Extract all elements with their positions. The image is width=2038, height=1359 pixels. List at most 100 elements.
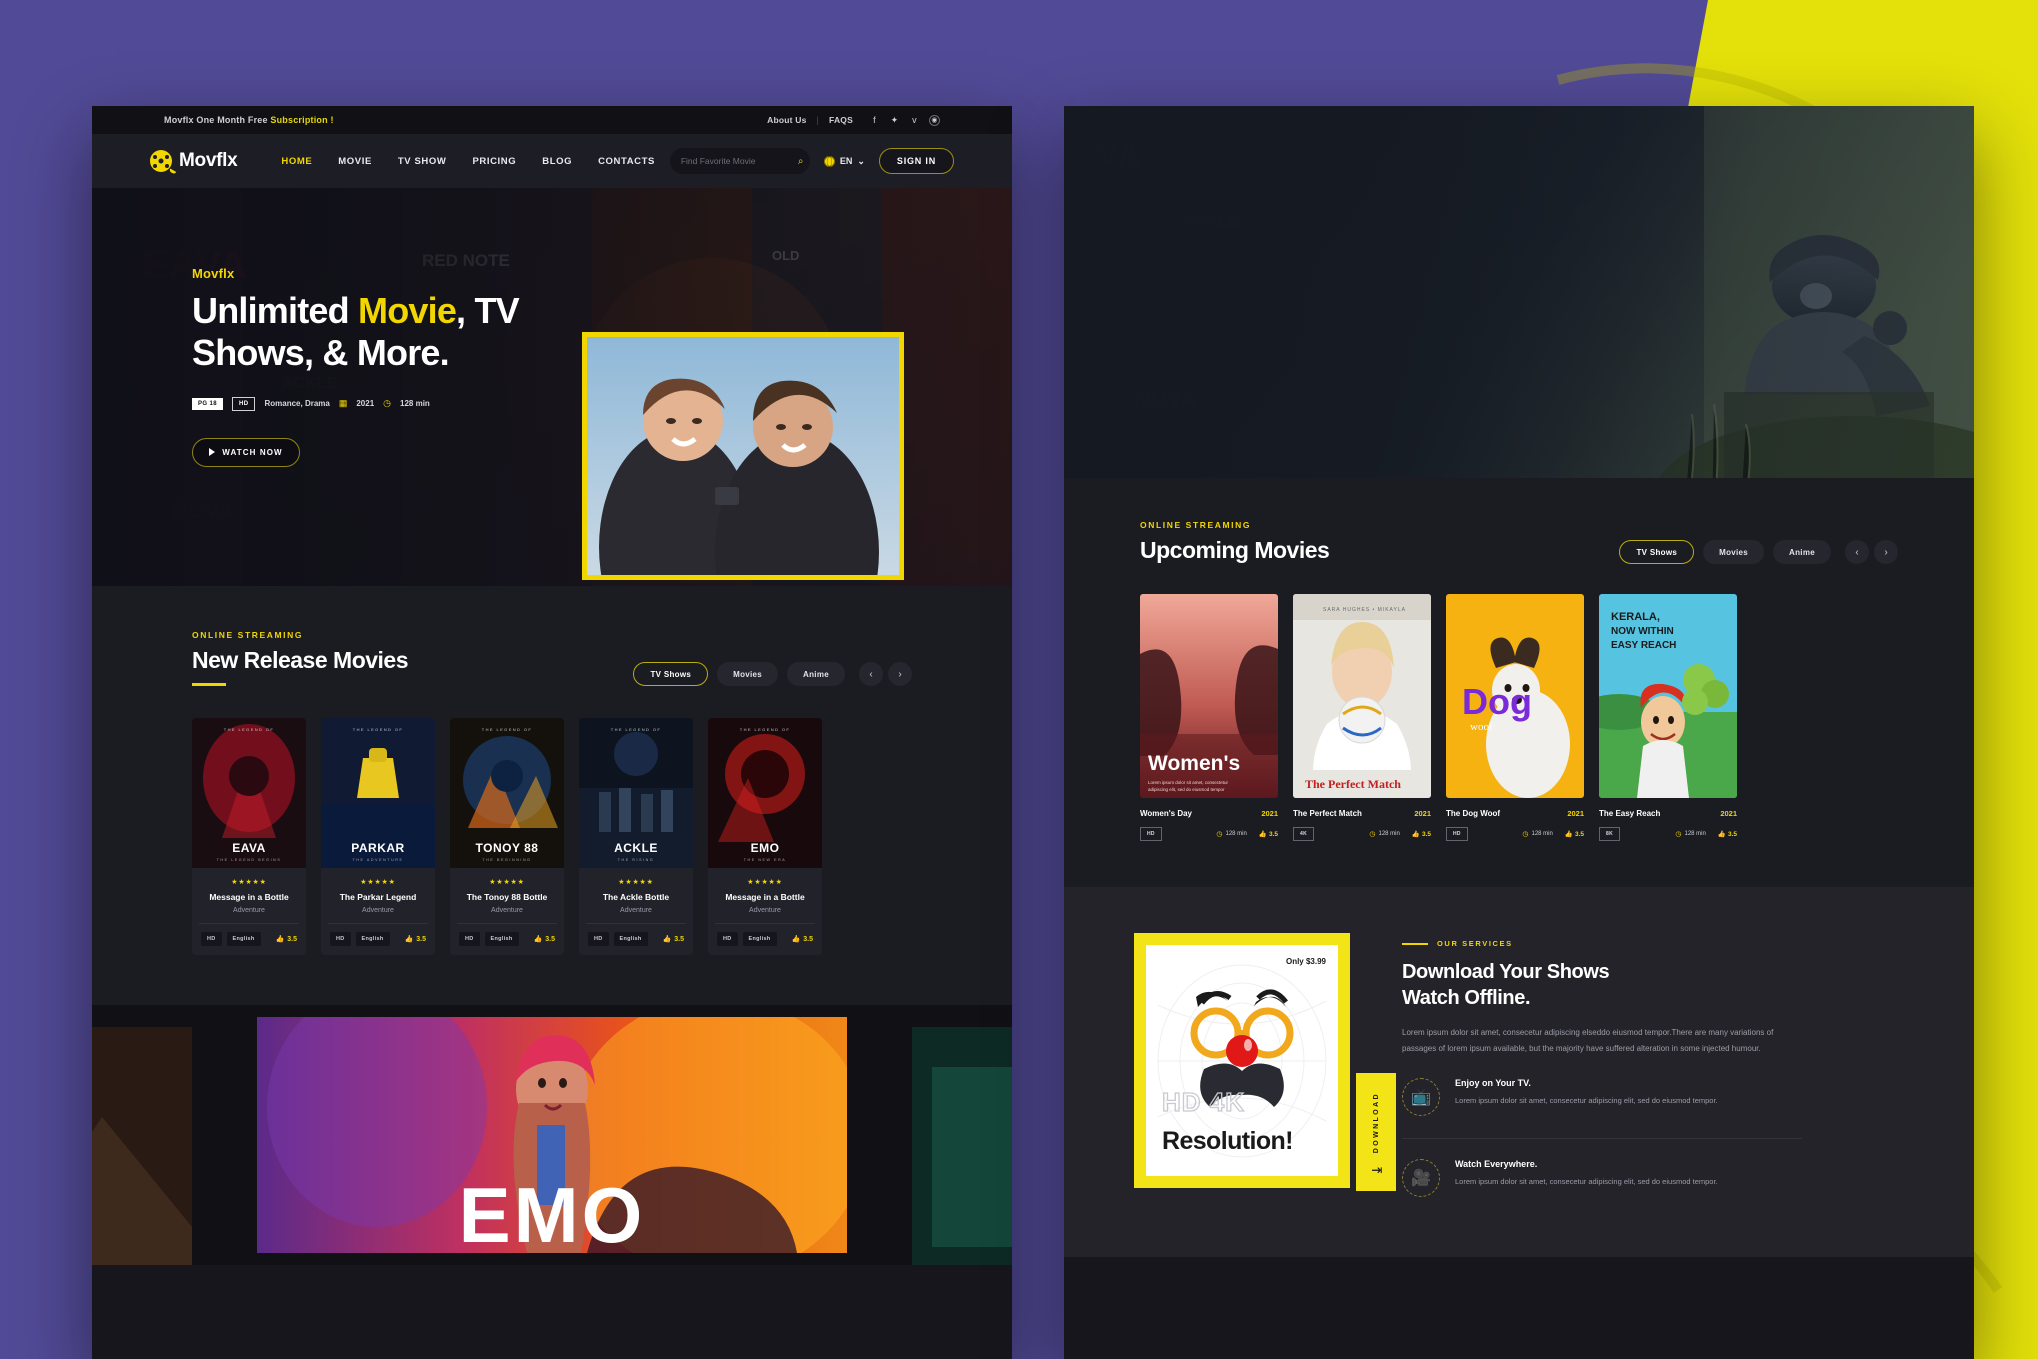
movie-poster: THE LEGEND OF ACKLE THE RISING — [579, 718, 693, 868]
section-header: ONLINE STREAMING Upcoming Movies TV Show… — [1140, 520, 1898, 564]
facebook-icon[interactable]: f — [869, 115, 880, 126]
link-faqs[interactable]: FAQS — [829, 115, 853, 125]
carousel-next-icon[interactable]: › — [888, 662, 912, 686]
feature-item: 🎥 Watch Everywhere. Lorem ipsum dolor si… — [1402, 1138, 1802, 1198]
rating-badge: PG 18 — [192, 397, 224, 410]
hero-photo-frame — [582, 332, 904, 580]
carousel-next-icon[interactable]: › — [1874, 540, 1898, 564]
promo-text: Movflx One Month Free Subscription ! — [164, 115, 334, 125]
movie-title: The Tonoy 88 Bottle — [466, 892, 548, 902]
nav-item-blog[interactable]: BLOG — [542, 156, 572, 167]
instagram-icon[interactable]: ◉ — [929, 114, 940, 126]
upcoming-card[interactable]: Women's Lorem ipsum dolor sit amet, cons… — [1140, 594, 1278, 841]
tab-anime[interactable]: Anime — [787, 662, 845, 686]
carousel-prev-icon[interactable]: ‹ — [859, 662, 883, 686]
upcoming-card[interactable]: SARA HUGHES • MIKAYLA The Perfect Match … — [1293, 594, 1431, 841]
nav-item-home[interactable]: HOME — [281, 156, 312, 167]
tab-movies[interactable]: Movies — [717, 662, 779, 686]
star-rating: ★★★★★ — [489, 879, 525, 886]
movie-card[interactable]: THE LEGEND OF PARKAR THE ADVENTURE ★★★★★… — [321, 718, 435, 955]
thumbs-up-icon: 👍 — [662, 936, 672, 943]
language-selector[interactable]: EN ⌄ — [823, 155, 865, 167]
thumbs-up-icon: 👍 — [275, 936, 285, 943]
play-icon — [209, 448, 216, 457]
quality-chip: HD — [1140, 827, 1162, 841]
movie-title: The Ackle Bottle — [602, 892, 670, 902]
feature-title: Watch Everywhere. — [1455, 1159, 1538, 1170]
movie-poster: THE LEGEND OF EMO THE NEW ERA — [708, 718, 822, 868]
movie-card-footer: HD English 👍 3.5 — [199, 923, 299, 955]
svg-text:EASY REACH: EASY REACH — [1611, 640, 1676, 651]
movie-genre: Adventure — [749, 907, 781, 914]
download-tab[interactable]: DOWNLOAD ⤓ — [1356, 1073, 1396, 1192]
brand-logo[interactable]: Movflx — [150, 150, 238, 175]
poster-top-text: THE LEGEND OF — [481, 727, 533, 732]
section-heading-group: ONLINE STREAMING New Release Movies — [192, 630, 409, 686]
movie-card[interactable]: THE LEGEND OF ACKLE THE RISING ★★★★★ The… — [579, 718, 693, 955]
feature-title: Enjoy on Your TV. — [1455, 1078, 1531, 1089]
movie-genre: Adventure — [362, 907, 394, 914]
year-label: 2021 — [356, 399, 375, 409]
upcoming-title: The Dog Woof — [1446, 809, 1501, 818]
promo-highlight[interactable]: Subscription ! — [270, 115, 333, 125]
tab-anime[interactable]: Anime — [1773, 540, 1831, 564]
kicker-bar — [1402, 942, 1428, 945]
poster-subtitle: THE BEGINNING — [482, 858, 532, 862]
duration-label: ◷ 128 min — [1522, 831, 1553, 838]
upcoming-title: Women's Day — [1140, 809, 1192, 818]
quality-chip: HD — [717, 932, 738, 946]
movie-card-body: ★★★★★ The Ackle Bottle Adventure — [579, 868, 693, 914]
section-title: New Release Movies — [192, 647, 409, 673]
movie-poster: THE LEGEND OF PARKAR THE ADVENTURE — [321, 718, 435, 868]
featured-banner[interactable]: EMO — [257, 1017, 847, 1253]
nav-menu: HOME MOVIE TV SHOW PRICING BLOG CONTACTS — [281, 156, 655, 167]
nav-item-contacts[interactable]: CONTACTS — [598, 156, 655, 167]
movie-card[interactable]: THE LEGEND OF TONOY 88 THE BEGINNING ★★★… — [450, 718, 564, 955]
filter-tabs: TV Shows Movies Anime ‹ › — [1619, 540, 1898, 564]
title-underline — [192, 683, 226, 686]
nav-item-tv-show[interactable]: TV SHOW — [398, 156, 447, 167]
search-icon[interactable]: ⌕ — [798, 156, 804, 167]
movie-card[interactable]: THE LEGEND OF EAVA THE LEGEND BEGINS ★★★… — [192, 718, 306, 955]
upcoming-card[interactable]: Dog woof The Dog Woof 2021 HD ◷ 128 min 👍… — [1446, 594, 1584, 841]
section-header: ONLINE STREAMING New Release Movies TV S… — [192, 630, 912, 686]
star-rating: ★★★★★ — [618, 879, 654, 886]
tab-tv-shows[interactable]: TV Shows — [1619, 540, 1695, 564]
nav-item-movie[interactable]: MOVIE — [338, 156, 372, 167]
svg-text:The Perfect Match: The Perfect Match — [1305, 777, 1401, 791]
poster-top-text: THE LEGEND OF — [739, 727, 791, 732]
thumbs-up-icon: 👍 — [404, 936, 414, 943]
upcoming-year: 2021 — [1567, 809, 1584, 818]
hero-eyebrow: Movflx — [192, 266, 235, 281]
nav-item-pricing[interactable]: PRICING — [472, 156, 516, 167]
vimeo-icon[interactable]: v — [909, 115, 920, 126]
genre-label: Romance, Drama — [264, 399, 330, 409]
movie-poster: THE LEGEND OF TONOY 88 THE BEGINNING — [450, 718, 564, 868]
signin-button[interactable]: SIGN IN — [878, 148, 954, 174]
carousel-prev-icon[interactable]: ‹ — [1845, 540, 1869, 564]
twitter-icon[interactable]: ✦ — [889, 115, 900, 126]
section-kicker: ONLINE STREAMING — [192, 630, 304, 640]
services-content: OUR SERVICES Download Your Shows Watch O… — [1402, 933, 1802, 1198]
upcoming-title-row: The Perfect Match 2021 — [1293, 809, 1431, 818]
rating-value: 👍 3.5 — [1564, 830, 1584, 839]
watch-now-button[interactable]: WATCH NOW — [192, 437, 300, 467]
movie-card-body: ★★★★★ Message in a Bottle Adventure — [708, 868, 822, 914]
upcoming-card[interactable]: KERALA, NOW WITHIN EASY REACH The Easy R… — [1599, 594, 1737, 841]
tab-tv-shows[interactable]: TV Shows — [633, 662, 709, 686]
hero-title-part1: Unlimited — [192, 290, 359, 331]
carousel-arrows: ‹ › — [859, 662, 912, 686]
chevron-down-icon: ⌄ — [857, 155, 865, 166]
promo-price: Only $3.99 — [1285, 957, 1326, 966]
tab-movies[interactable]: Movies — [1703, 540, 1765, 564]
rating-value: 👍 3.5 — [1717, 830, 1737, 839]
poster-subtitle: THE NEW ERA — [743, 858, 787, 862]
search-input[interactable] — [680, 156, 792, 166]
movie-card[interactable]: THE LEGEND OF EMO THE NEW ERA ★★★★★ Mess… — [708, 718, 822, 955]
clock-icon: ◷ — [1522, 831, 1529, 838]
search-box[interactable]: ⌕ — [669, 148, 810, 174]
hero-section-right: AVA ACKLE NOVA — [1064, 106, 1974, 478]
quality-chip: HD — [459, 932, 480, 946]
link-about-us[interactable]: About Us — [767, 115, 806, 125]
movie-genre: Adventure — [233, 907, 265, 914]
